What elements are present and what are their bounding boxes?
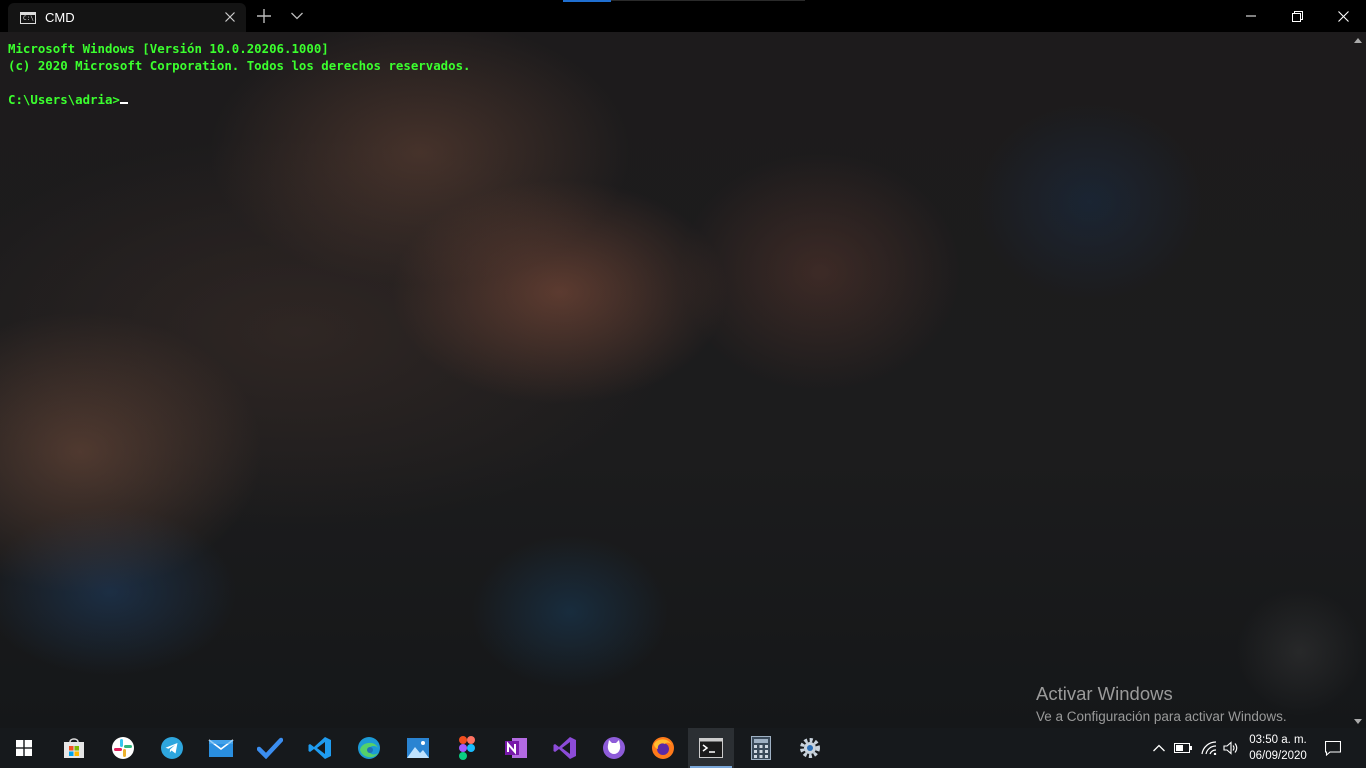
taskbar-firefox[interactable] (639, 728, 687, 768)
terminal-prompt-line[interactable]: C:\Users\adria> (8, 91, 471, 108)
title-bar: C:\. CMD (0, 0, 1366, 32)
chevron-up-icon (1153, 744, 1165, 752)
terminal-icon (699, 738, 723, 758)
tab-dropdown-button[interactable] (282, 4, 312, 28)
scrollbar[interactable] (1352, 32, 1366, 728)
activation-subtitle: Ve a Configuración para activar Windows. (1036, 709, 1287, 724)
taskbar-todo[interactable] (246, 728, 294, 768)
terminal-prompt: C:\Users\adria> (8, 92, 120, 107)
slack-icon (112, 737, 134, 759)
volume-button[interactable] (1220, 728, 1242, 768)
drag-handle-line (611, 0, 805, 1)
store-icon (64, 738, 84, 758)
taskbar-telegram[interactable] (148, 728, 196, 768)
terminal-line: (c) 2020 Microsoft Corporation. Todos lo… (8, 58, 471, 73)
minimize-button[interactable] (1228, 0, 1274, 32)
chevron-down-icon (291, 12, 303, 20)
figma-icon (459, 736, 475, 760)
scroll-down-arrow-icon[interactable] (1354, 719, 1362, 724)
vscode-icon (308, 737, 331, 759)
battery-icon (1174, 743, 1192, 753)
show-hidden-icons-button[interactable] (1150, 728, 1168, 768)
settings-icon (800, 738, 820, 758)
battery-button[interactable] (1172, 728, 1194, 768)
taskbar-edge[interactable] (345, 728, 393, 768)
new-tab-button[interactable] (249, 4, 279, 28)
photos-icon (407, 738, 429, 758)
drag-handle-accent (563, 0, 611, 2)
onenote-icon (505, 738, 527, 758)
terminal-output: Microsoft Windows [Versión 10.0.20206.10… (8, 40, 471, 108)
terminal-pane[interactable]: Microsoft Windows [Versión 10.0.20206.10… (0, 32, 1366, 728)
taskbar-slack[interactable] (99, 728, 147, 768)
visual-studio-icon (553, 737, 576, 759)
activation-watermark: Activar Windows Ve a Configuración para … (1036, 683, 1287, 727)
telegram-icon (161, 737, 183, 759)
cmd-icon: C:\. (20, 11, 37, 24)
taskbar-terminal[interactable] (688, 728, 734, 768)
todo-icon (257, 737, 283, 759)
minimize-icon (1246, 15, 1256, 17)
restore-icon (1291, 10, 1303, 22)
taskbar-clock[interactable]: 03:50 a. m. 06/09/2020 (1243, 732, 1313, 764)
github-desktop-icon (603, 737, 625, 759)
edge-icon (358, 737, 380, 759)
tab-title: CMD (45, 10, 75, 25)
restore-button[interactable] (1274, 0, 1320, 32)
activation-title: Activar Windows (1036, 683, 1173, 704)
close-window-button[interactable] (1320, 0, 1366, 32)
terminal-line: Microsoft Windows [Versión 10.0.20206.10… (8, 41, 329, 56)
taskbar-calculator[interactable] (737, 728, 785, 768)
notification-icon (1325, 740, 1341, 756)
wifi-icon (1201, 741, 1217, 755)
start-button[interactable] (0, 728, 48, 768)
mail-icon (208, 739, 234, 757)
tab-cmd[interactable]: C:\. CMD (8, 3, 246, 32)
action-center-button[interactable] (1318, 728, 1348, 768)
tab-close-button[interactable] (220, 8, 240, 26)
taskbar-mail[interactable] (197, 728, 245, 768)
start-icon (16, 740, 32, 756)
taskbar-visual-studio[interactable] (541, 728, 589, 768)
clock-date: 06/09/2020 (1249, 750, 1307, 762)
speaker-icon (1223, 741, 1238, 755)
firefox-icon (652, 737, 674, 759)
taskbar: 03:50 a. m. 06/09/2020 (0, 728, 1366, 768)
scroll-up-arrow-icon[interactable] (1354, 38, 1362, 43)
taskbar-settings[interactable] (786, 728, 834, 768)
calculator-icon (751, 736, 771, 760)
taskbar-github-desktop[interactable] (590, 728, 638, 768)
network-button[interactable] (1198, 728, 1220, 768)
taskbar-photos[interactable] (394, 728, 442, 768)
close-icon (1337, 10, 1349, 22)
taskbar-vscode[interactable] (296, 728, 344, 768)
plus-icon (257, 9, 271, 23)
close-icon (225, 12, 235, 22)
clock-time: 03:50 a. m. (1249, 734, 1307, 746)
text-cursor (119, 102, 128, 104)
taskbar-figma[interactable] (443, 728, 491, 768)
taskbar-onenote[interactable] (492, 728, 540, 768)
taskbar-store[interactable] (50, 728, 98, 768)
